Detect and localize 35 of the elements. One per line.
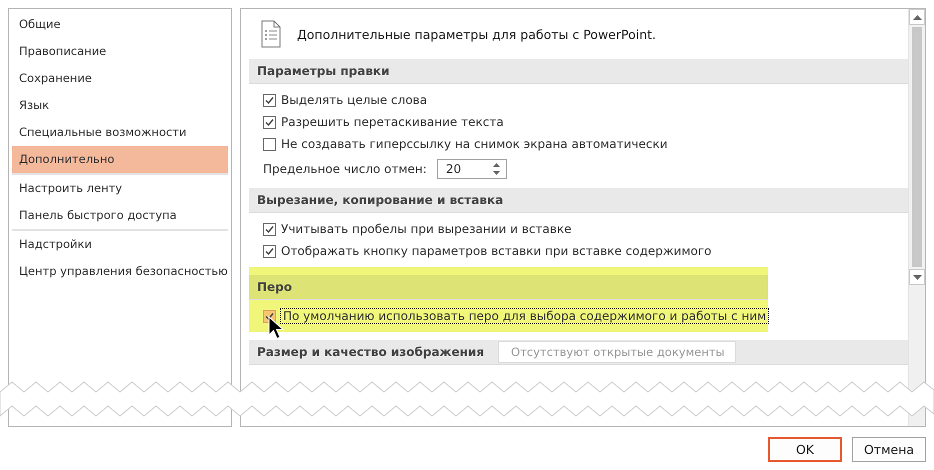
- scroll-down-icon[interactable]: [912, 274, 922, 280]
- section-title: Перо: [257, 280, 292, 294]
- checkbox-label[interactable]: Учитывать пробелы при вырезании и вставке: [281, 222, 572, 236]
- sidebar-item[interactable]: Специальные возможности: [9, 119, 231, 146]
- spinner-label: Предельное число отмен:: [263, 162, 427, 176]
- scroll-up-icon[interactable]: [912, 14, 922, 20]
- sidebar-item[interactable]: Сохранение: [9, 65, 231, 92]
- checkbox[interactable]: [263, 116, 276, 128]
- sidebar-item[interactable]: Надстройки: [9, 231, 231, 258]
- sidebar-item[interactable]: Общие: [9, 11, 231, 38]
- section-title: Вырезание, копирование и вставка: [257, 193, 504, 207]
- checkbox-label[interactable]: Отображать кнопку параметров вставки при вставке содержимого: [281, 244, 712, 258]
- undo-limit-spinner[interactable]: 20: [436, 159, 507, 179]
- page-heading: Дополнительные параметры для работы с PowerPoint.: [297, 26, 656, 42]
- mouse-pointer-icon: [268, 316, 284, 340]
- sidebar-item[interactable]: Настроить ленту: [9, 175, 231, 202]
- section-title: Параметры правки: [257, 64, 390, 78]
- checkbox[interactable]: [263, 94, 276, 106]
- checkbox-label[interactable]: Разрешить перетаскивание текста: [281, 115, 504, 129]
- dialog-button[interactable]: OK: [768, 437, 842, 462]
- section-title: Размер и качество изображения: [257, 345, 484, 359]
- checkbox-label[interactable]: По умолчанию использовать перо для выбора содержимого и работы с ним: [281, 309, 768, 323]
- sidebar-item[interactable]: Правописание: [9, 38, 231, 65]
- sidebar-item[interactable]: Дополнительно: [12, 146, 228, 175]
- scrollbar[interactable]: [908, 9, 925, 426]
- checkbox[interactable]: [263, 138, 276, 150]
- sidebar-item[interactable]: Язык: [9, 92, 231, 119]
- document-list-icon: [261, 20, 281, 48]
- sidebar-item[interactable]: Панель быстрого доступа: [12, 202, 228, 231]
- dialog-button[interactable]: Отмена: [852, 437, 926, 462]
- checkbox[interactable]: [263, 222, 276, 236]
- checkbox-label[interactable]: Не создавать гиперссылку на снимок экрана автоматически: [281, 137, 668, 151]
- checkbox-label[interactable]: Выделять целые слова: [281, 93, 428, 107]
- sidebar-item[interactable]: Центр управления безопасностью: [9, 258, 231, 285]
- checkbox[interactable]: [263, 244, 276, 258]
